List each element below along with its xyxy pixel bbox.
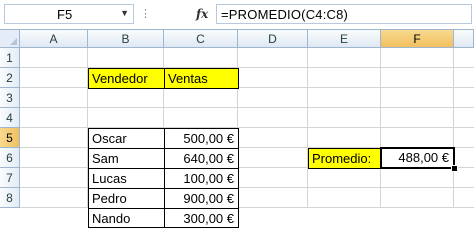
row-header-5[interactable]: 5 xyxy=(0,128,20,148)
cell-e5[interactable]: Promedio: xyxy=(308,148,382,169)
row-header-1[interactable]: 1 xyxy=(0,48,20,68)
chevron-down-icon[interactable]: ▼ xyxy=(120,8,129,18)
column-header-a[interactable]: A xyxy=(20,30,88,48)
cell-b5[interactable]: Sam xyxy=(88,148,165,169)
row-header-4[interactable]: 4 xyxy=(0,108,20,128)
worksheet-grid: A B C D E F 1 2 3 4 5 6 7 8 Vendedor Ven… xyxy=(0,30,474,228)
fill-handle[interactable] xyxy=(451,165,458,172)
column-header-f[interactable]: F xyxy=(381,30,454,48)
insert-function-icon[interactable]: fx xyxy=(196,4,208,24)
column-header-e[interactable]: E xyxy=(308,30,381,48)
select-all-corner[interactable] xyxy=(0,30,20,48)
gridline xyxy=(307,48,308,208)
cell-b7[interactable]: Pedro xyxy=(88,188,165,209)
formula-bar: F5 ▼ ⋮ fx =PROMEDIO(C4:C8) xyxy=(0,0,474,30)
row-header-2[interactable]: 2 xyxy=(0,68,20,88)
cell-c4[interactable]: 500,00 € xyxy=(164,128,239,149)
name-box[interactable]: F5 ▼ xyxy=(4,4,134,24)
cell-c6[interactable]: 100,00 € xyxy=(164,168,239,189)
column-header-b[interactable]: B xyxy=(88,30,164,48)
row-header-6[interactable]: 6 xyxy=(0,148,20,168)
cell-c5[interactable]: 640,00 € xyxy=(164,148,239,169)
formula-input[interactable]: =PROMEDIO(C4:C8) xyxy=(216,4,472,24)
name-box-value: F5 xyxy=(57,7,73,22)
row-header-8[interactable]: 8 xyxy=(0,188,20,208)
gridline xyxy=(453,48,454,208)
gridline xyxy=(380,48,381,208)
gridline xyxy=(20,107,474,108)
row-header-3[interactable]: 3 xyxy=(0,88,20,108)
column-header-c[interactable]: C xyxy=(164,30,238,48)
formula-text: =PROMEDIO(C4:C8) xyxy=(221,7,349,22)
cell-c2[interactable]: Ventas xyxy=(164,68,239,89)
cell-b2[interactable]: Vendedor xyxy=(88,68,165,89)
column-header-d[interactable]: D xyxy=(238,30,308,48)
cell-c8[interactable]: 300,00 € xyxy=(164,208,239,228)
cell-b8[interactable]: Nando xyxy=(88,208,165,228)
formula-bar-splitter[interactable]: ⋮ xyxy=(140,4,151,24)
column-header-g[interactable] xyxy=(454,30,474,48)
cell-b6[interactable]: Lucas xyxy=(88,168,165,189)
cell-f5-selected[interactable]: 488,00 € xyxy=(380,147,455,169)
cell-c7[interactable]: 900,00 € xyxy=(164,188,239,209)
cell-b4[interactable]: Oscar xyxy=(88,128,165,149)
row-header-7[interactable]: 7 xyxy=(0,168,20,188)
